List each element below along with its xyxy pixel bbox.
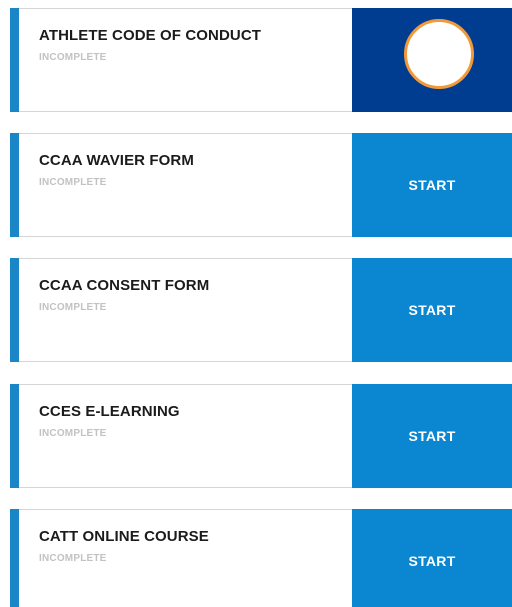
task-info: CCES E-LEARNING INCOMPLETE xyxy=(19,385,362,487)
task-card-ccaa-wavier-form: CCAA WAVIER FORM INCOMPLETE START xyxy=(10,133,512,237)
task-title: ATHLETE CODE OF CONDUCT xyxy=(39,27,262,44)
start-button[interactable]: START xyxy=(352,509,512,607)
task-info: CCAA CONSENT FORM INCOMPLETE xyxy=(19,259,362,361)
task-info: CATT ONLINE COURSE INCOMPLETE xyxy=(19,510,362,607)
task-status: INCOMPLETE xyxy=(39,553,107,564)
accent-bar xyxy=(10,8,19,112)
task-status: INCOMPLETE xyxy=(39,52,107,63)
accent-bar xyxy=(10,509,19,607)
task-card-cces-e-learning: CCES E-LEARNING INCOMPLETE START xyxy=(10,384,512,488)
task-status: INCOMPLETE xyxy=(39,177,107,188)
task-title: CCES E-LEARNING xyxy=(39,403,180,420)
task-card-athlete-code-of-conduct: ATHLETE CODE OF CONDUCT INCOMPLETE xyxy=(10,8,512,112)
task-title: CATT ONLINE COURSE xyxy=(39,528,209,545)
touch-indicator-circle xyxy=(404,19,474,89)
action-label: START xyxy=(408,302,456,318)
task-title: CCAA CONSENT FORM xyxy=(39,277,210,294)
task-status: INCOMPLETE xyxy=(39,428,107,439)
action-label: START xyxy=(408,428,456,444)
action-label: START xyxy=(408,553,456,569)
start-button[interactable]: START xyxy=(352,384,512,488)
task-title: CCAA WAVIER FORM xyxy=(39,152,194,169)
task-action-button[interactable] xyxy=(352,8,512,112)
action-label: START xyxy=(408,177,456,193)
task-list: ATHLETE CODE OF CONDUCT INCOMPLETE CCAA … xyxy=(0,0,512,607)
task-card-catt-online-course: CATT ONLINE COURSE INCOMPLETE START xyxy=(10,509,512,607)
accent-bar xyxy=(10,133,19,237)
task-info: CCAA WAVIER FORM INCOMPLETE xyxy=(19,134,362,236)
task-info: ATHLETE CODE OF CONDUCT INCOMPLETE xyxy=(19,9,362,111)
start-button[interactable]: START xyxy=(352,258,512,362)
task-status: INCOMPLETE xyxy=(39,302,107,313)
start-button[interactable]: START xyxy=(352,133,512,237)
task-card-ccaa-consent-form: CCAA CONSENT FORM INCOMPLETE START xyxy=(10,258,512,362)
accent-bar xyxy=(10,258,19,362)
accent-bar xyxy=(10,384,19,488)
